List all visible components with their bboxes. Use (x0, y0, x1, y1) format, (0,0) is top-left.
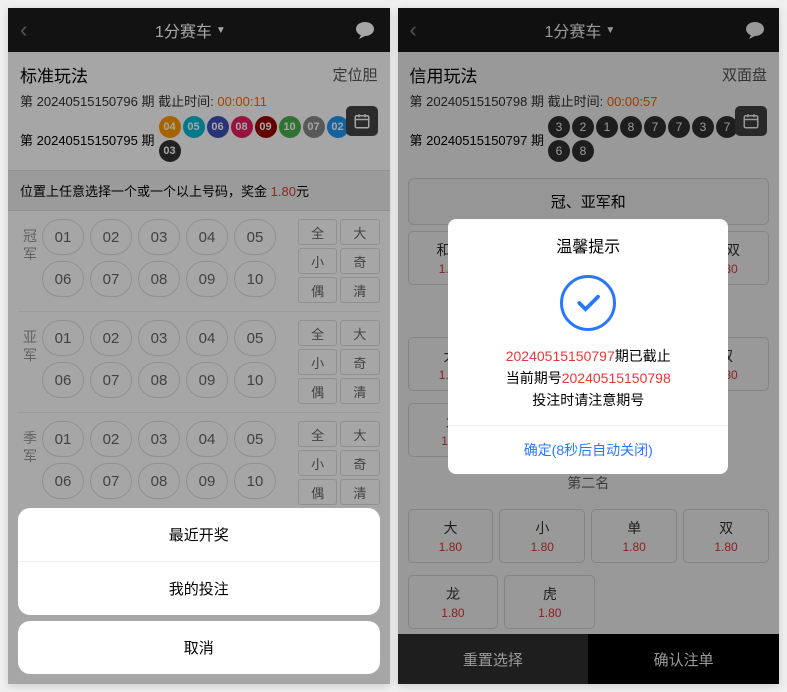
phone-left: ‹ 1分赛车 ▼ 标准玩法 定位胆 第 20240515150796 期 截止时… (8, 8, 390, 684)
modal-ok-button[interactable]: 确定(8秒后自动关闭) (448, 425, 728, 474)
cancel-button[interactable]: 取消 (18, 621, 380, 674)
modal: 温馨提示 20240515150797期已截止 当前期号202405151507… (448, 219, 728, 474)
action-sheet: 最近开奖我的投注 (18, 508, 380, 615)
check-icon (560, 275, 616, 331)
modal-overlay[interactable]: 温馨提示 20240515150797期已截止 当前期号202405151507… (398, 8, 780, 684)
sheet-item[interactable]: 我的投注 (18, 561, 380, 615)
action-sheet-overlay[interactable]: 最近开奖我的投注 取消 (8, 8, 390, 684)
phone-right: ‹ 1分赛车 ▼ 信用玩法 双面盘 第 20240515150798 期 截止时… (398, 8, 780, 684)
modal-body: 20240515150797期已截止 当前期号20240515150798 投注… (448, 345, 728, 425)
sheet-item[interactable]: 最近开奖 (18, 508, 380, 561)
modal-title: 温馨提示 (448, 219, 728, 271)
